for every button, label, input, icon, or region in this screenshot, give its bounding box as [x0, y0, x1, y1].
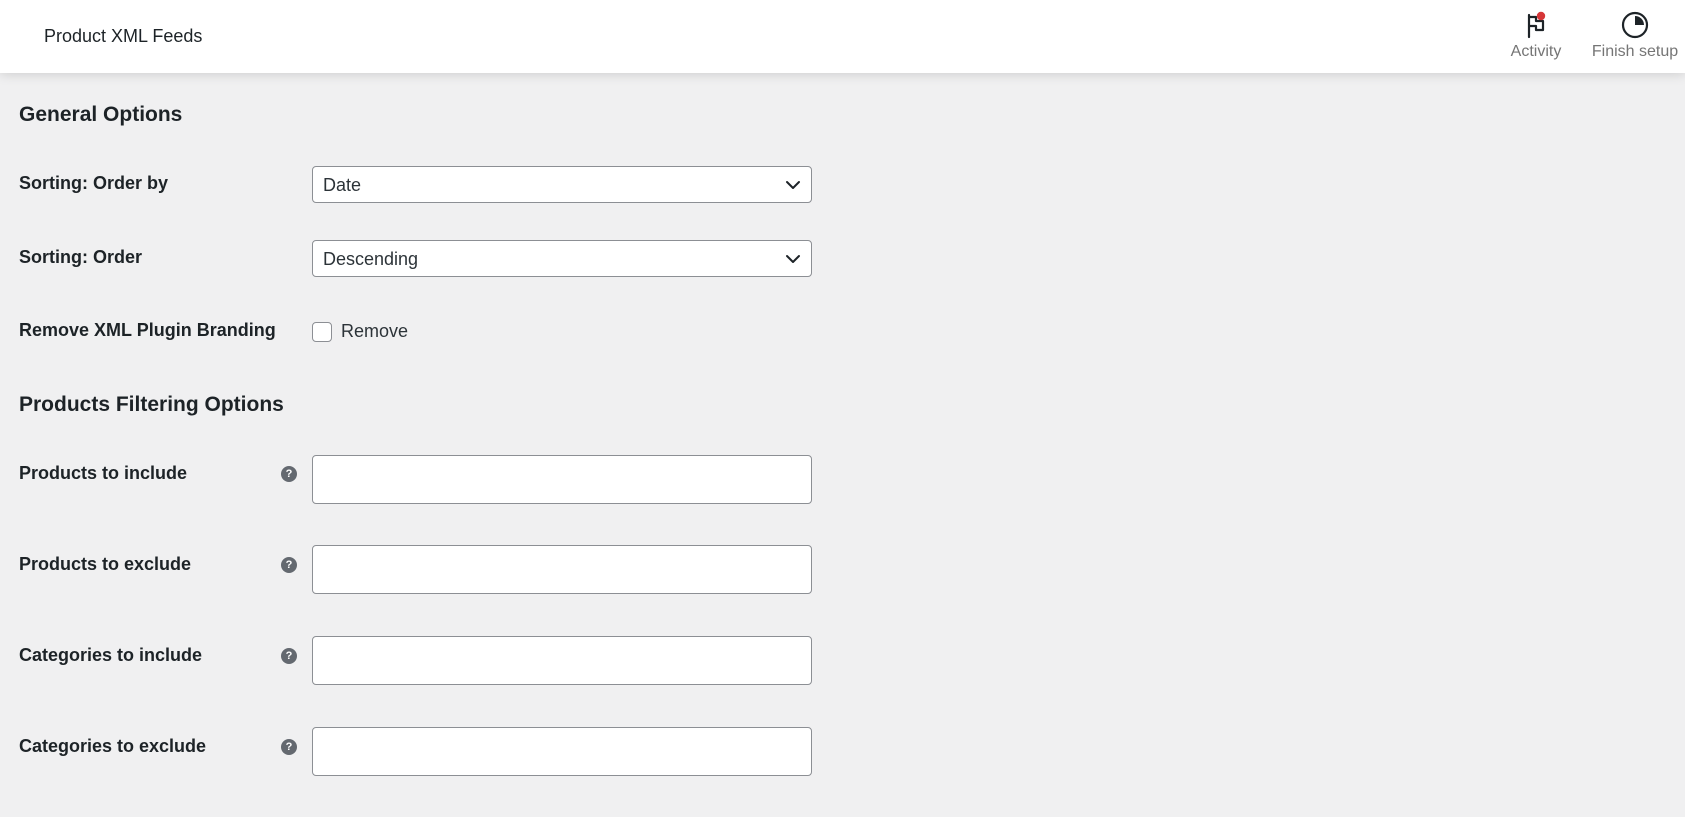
remove-branding-checkbox[interactable] — [312, 322, 332, 342]
order-value: Descending — [323, 249, 419, 269]
page-title: Product XML Feeds — [44, 26, 203, 46]
progress-pie-icon — [1620, 10, 1650, 40]
settings-form: General Options Sorting: Order by Date S… — [0, 73, 1685, 817]
products-include-input[interactable] — [312, 455, 812, 504]
question-icon[interactable]: ? — [281, 739, 297, 755]
products-exclude-input[interactable] — [312, 545, 812, 594]
order-by-label: Sorting: Order by — [19, 173, 169, 193]
products-include-label: Products to include — [19, 463, 188, 483]
order-label: Sorting: Order — [19, 247, 143, 267]
branding-label: Remove XML Plugin Branding — [19, 320, 276, 340]
general-options-heading: General Options — [19, 103, 183, 126]
chevron-down-icon — [786, 181, 800, 189]
categories-exclude-input[interactable] — [312, 727, 812, 776]
order-by-value: Date — [323, 175, 362, 195]
question-icon[interactable]: ? — [281, 557, 297, 573]
products-exclude-label: Products to exclude — [19, 554, 192, 574]
question-icon[interactable]: ? — [281, 466, 297, 482]
filtering-options-heading: Products Filtering Options — [19, 393, 284, 416]
categories-include-label: Categories to include — [19, 645, 203, 665]
activity-button[interactable]: Activity — [1508, 10, 1564, 66]
categories-include-input[interactable] — [312, 636, 812, 685]
order-select[interactable]: Descending — [312, 240, 812, 277]
notification-dot — [1536, 11, 1546, 21]
finish-setup-label: Finish setup — [1591, 43, 1679, 60]
order-by-select[interactable]: Date — [312, 166, 812, 203]
remove-branding-checkbox-label[interactable]: Remove — [341, 321, 408, 342]
chevron-down-icon — [786, 255, 800, 263]
categories-exclude-label: Categories to exclude — [19, 736, 207, 756]
finish-setup-button[interactable]: Finish setup — [1590, 10, 1680, 66]
top-bar: Product XML Feeds Activity Finish setup — [0, 0, 1685, 73]
flag-icon — [1521, 10, 1551, 40]
activity-label: Activity — [1510, 43, 1562, 60]
question-icon[interactable]: ? — [281, 648, 297, 664]
